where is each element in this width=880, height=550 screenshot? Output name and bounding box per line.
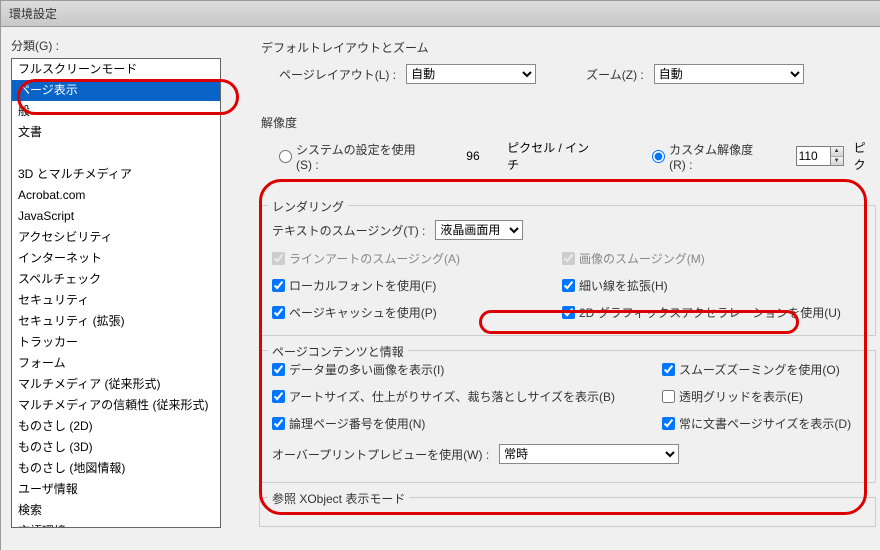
xobject-title: 参照 XObject 表示モード: [268, 490, 409, 507]
large-images-checkbox[interactable]: データ量の多い画像を表示(I): [272, 361, 632, 378]
category-item[interactable]: マルチメディア (従来形式): [12, 374, 220, 395]
gpu-accel-checkbox[interactable]: 2D グラフィックスアクセラレーションを使用(U): [562, 304, 841, 321]
rendering-section: レンダリング テキストのスムージング(T) : 液晶画面用 ラインアートのスムー…: [259, 205, 876, 336]
custom-resolution-radio[interactable]: カスタム解像度(R) :: [652, 141, 768, 172]
category-item[interactable]: ものさし (3D): [12, 437, 220, 458]
overprint-label: オーバープリントプレビューを使用(W) :: [272, 446, 489, 463]
window-titlebar: 環境設定: [1, 1, 880, 27]
zoom-select[interactable]: 自動: [654, 64, 804, 84]
category-item[interactable]: トラッカー: [12, 332, 220, 353]
resolution-section: 解像度 システムの設定を使用(S) : 96 ピクセル / インチ カスタム解像…: [259, 112, 876, 187]
category-item[interactable]: フルスクリーンモード: [12, 59, 220, 80]
image-smoothing-checkbox: 画像のスムージング(M): [562, 250, 705, 267]
category-item[interactable]: JavaScript: [12, 206, 220, 227]
text-smoothing-label: テキストのスムージング(T) :: [272, 222, 425, 239]
content-area: 分類(G) : フルスクリーンモードページ表示 般文書 3D とマルチメディアA…: [1, 27, 880, 550]
category-item[interactable]: ものさし (2D): [12, 416, 220, 437]
art-size-checkbox[interactable]: アートサイズ、仕上がりサイズ、裁ち落としサイズを表示(B): [272, 388, 632, 405]
custom-resolution-input[interactable]: ▲▼: [796, 146, 844, 166]
lineart-smoothing-checkbox: ラインアートのスムージング(A): [272, 250, 532, 267]
settings-panel: デフォルトレイアウトとズーム ページレイアウト(L) : 自動 ズーム(Z) :…: [229, 37, 876, 550]
text-smoothing-select[interactable]: 液晶画面用: [435, 220, 523, 240]
xobject-section: 参照 XObject 表示モード: [259, 497, 876, 527]
zoom-label: ズーム(Z) :: [586, 66, 644, 83]
category-item[interactable]: インターネット: [12, 248, 220, 269]
category-list[interactable]: フルスクリーンモードページ表示 般文書 3D とマルチメディアAcrobat.c…: [11, 58, 221, 528]
window-title: 環境設定: [9, 7, 57, 21]
preferences-window: 環境設定 分類(G) : フルスクリーンモードページ表示 般文書 3D とマルチ…: [0, 0, 880, 550]
smooth-zoom-checkbox[interactable]: スムーズズーミングを使用(O): [662, 361, 840, 378]
category-item[interactable]: セキュリティ (拡張): [12, 311, 220, 332]
category-item[interactable]: 検索: [12, 500, 220, 521]
page-layout-label: ページレイアウト(L) :: [279, 66, 396, 83]
system-resolution-radio[interactable]: システムの設定を使用(S) :: [279, 141, 428, 172]
category-item[interactable]: [12, 143, 220, 164]
rendering-title: レンダリング: [268, 198, 348, 215]
content-title: ページコンテンツと情報: [268, 343, 408, 360]
content-section: ページコンテンツと情報 データ量の多い画像を表示(I) スムーズズーミングを使用…: [259, 350, 876, 483]
layout-title: デフォルトレイアウトとズーム: [261, 39, 876, 56]
thin-lines-checkbox[interactable]: 細い線を拡張(H): [562, 277, 668, 294]
category-item[interactable]: スペルチェック: [12, 269, 220, 290]
category-item[interactable]: セキュリティ: [12, 290, 220, 311]
category-item[interactable]: ユーザ情報: [12, 479, 220, 500]
category-item[interactable]: 文書: [12, 122, 220, 143]
system-resolution-value: 96: [466, 149, 479, 163]
category-label: 分類(G) :: [11, 37, 229, 54]
logical-page-checkbox[interactable]: 論理ページ番号を使用(N): [272, 415, 632, 432]
local-font-checkbox[interactable]: ローカルフォントを使用(F): [272, 277, 532, 294]
page-cache-checkbox[interactable]: ページキャッシュを使用(P): [272, 304, 532, 321]
category-item[interactable]: アクセシビリティ: [12, 227, 220, 248]
category-item[interactable]: Acrobat.com: [12, 185, 220, 206]
custom-unit: ピク: [854, 139, 876, 173]
category-item[interactable]: ページ表示: [12, 80, 220, 101]
page-layout-select[interactable]: 自動: [406, 64, 536, 84]
category-item[interactable]: ものさし (地図情報): [12, 458, 220, 479]
category-item[interactable]: マルチメディアの信頼性 (従来形式): [12, 395, 220, 416]
overprint-select[interactable]: 常時: [499, 444, 679, 464]
always-doc-size-checkbox[interactable]: 常に文書ページサイズを表示(D): [662, 415, 851, 432]
layout-section: デフォルトレイアウトとズーム ページレイアウト(L) : 自動 ズーム(Z) :…: [259, 37, 876, 98]
category-item[interactable]: フォーム: [12, 353, 220, 374]
resolution-unit: ピクセル / インチ: [507, 139, 595, 173]
resolution-title: 解像度: [261, 114, 876, 131]
category-column: 分類(G) : フルスクリーンモードページ表示 般文書 3D とマルチメディアA…: [11, 37, 229, 550]
category-item[interactable]: 言語環境: [12, 521, 220, 528]
transparent-grid-checkbox[interactable]: 透明グリッドを表示(E): [662, 388, 803, 405]
category-item[interactable]: 3D とマルチメディア: [12, 164, 220, 185]
category-item[interactable]: 般: [12, 101, 220, 122]
